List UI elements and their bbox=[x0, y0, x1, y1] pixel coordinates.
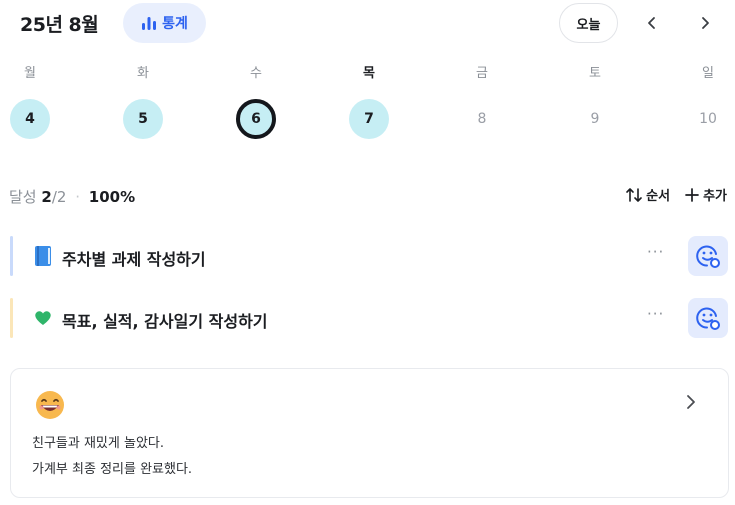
task-color-bar bbox=[10, 236, 13, 276]
chevron-left-icon bbox=[648, 17, 655, 29]
sort-label: 순서 bbox=[646, 189, 671, 204]
task-title: 주차별 과제 작성하기 bbox=[62, 250, 206, 269]
day-10[interactable]: 10 bbox=[688, 99, 728, 139]
diary-text-line: 친구들과 재밌게 놀았다. bbox=[32, 436, 164, 451]
sort-button[interactable]: 순서 bbox=[625, 185, 670, 204]
prev-week-button[interactable] bbox=[637, 8, 667, 38]
achievement-label: 달성 bbox=[9, 188, 37, 206]
achievement-separator: · bbox=[75, 188, 80, 206]
sort-arrows-icon bbox=[626, 187, 642, 202]
weekday-label-thu: 목 bbox=[363, 66, 375, 81]
week-day-selector: 4 5 6 7 8 9 10 bbox=[0, 99, 735, 139]
today-button[interactable]: 오늘 bbox=[559, 3, 618, 43]
next-week-button[interactable] bbox=[690, 8, 720, 38]
diary-card[interactable]: 친구들과 재밌게 놀았다. 가계부 최종 정리를 완료했다. bbox=[10, 368, 729, 498]
month-title: 25년 8월 bbox=[20, 14, 99, 36]
task-reaction-button[interactable] bbox=[688, 236, 728, 276]
blue-book-icon bbox=[35, 246, 51, 266]
day-9[interactable]: 9 bbox=[575, 99, 615, 139]
chevron-right-icon bbox=[702, 17, 709, 29]
weekday-labels: 월 화 수 목 금 토 일 bbox=[0, 62, 735, 82]
day-7[interactable]: 7 bbox=[349, 99, 389, 139]
achievement-percent: 100% bbox=[88, 188, 136, 206]
achievement-total: /2 bbox=[51, 188, 67, 206]
list-actions: 순서 추가 bbox=[625, 185, 727, 204]
bar-chart-icon bbox=[142, 17, 157, 30]
day-5[interactable]: 5 bbox=[123, 99, 163, 139]
weekday-label-sat: 토 bbox=[589, 66, 601, 81]
stats-label: 통계 bbox=[162, 16, 188, 32]
add-task-button[interactable]: 추가 bbox=[684, 185, 727, 204]
task-color-bar bbox=[10, 298, 13, 338]
day-6-selected[interactable]: 6 bbox=[236, 99, 276, 139]
weekday-label-tue: 화 bbox=[137, 66, 149, 81]
plus-icon bbox=[685, 187, 699, 202]
smiley-add-icon bbox=[696, 245, 720, 268]
weekday-label-fri: 금 bbox=[476, 66, 488, 81]
stats-button[interactable]: 통계 bbox=[123, 3, 206, 43]
weekday-label-mon: 월 bbox=[24, 66, 36, 81]
grinning-face-icon bbox=[36, 391, 64, 419]
calendar-header: 25년 8월 통계 오늘 bbox=[0, 0, 735, 46]
achievement-summary: 달성 2/2 · 100% bbox=[9, 186, 135, 207]
day-4[interactable]: 4 bbox=[10, 99, 50, 139]
chevron-right-icon bbox=[687, 395, 695, 409]
task-item[interactable]: 주차별 과제 작성하기 ··· bbox=[10, 236, 735, 276]
weekday-label-sun: 일 bbox=[702, 66, 714, 81]
green-heart-icon bbox=[35, 311, 51, 325]
achievement-done: 2 bbox=[41, 188, 52, 206]
task-more-button[interactable]: ··· bbox=[647, 305, 664, 323]
task-more-button[interactable]: ··· bbox=[647, 243, 664, 261]
add-label: 추가 bbox=[703, 189, 727, 204]
day-8[interactable]: 8 bbox=[462, 99, 502, 139]
task-title: 목표, 실적, 감사일기 작성하기 bbox=[62, 312, 268, 331]
task-reaction-button[interactable] bbox=[688, 298, 728, 338]
diary-text-line: 가계부 최종 정리를 완료했다. bbox=[32, 462, 193, 477]
smiley-add-icon bbox=[696, 307, 720, 330]
weekday-label-wed: 수 bbox=[250, 66, 262, 81]
task-item[interactable]: 목표, 실적, 감사일기 작성하기 ··· bbox=[10, 298, 735, 338]
